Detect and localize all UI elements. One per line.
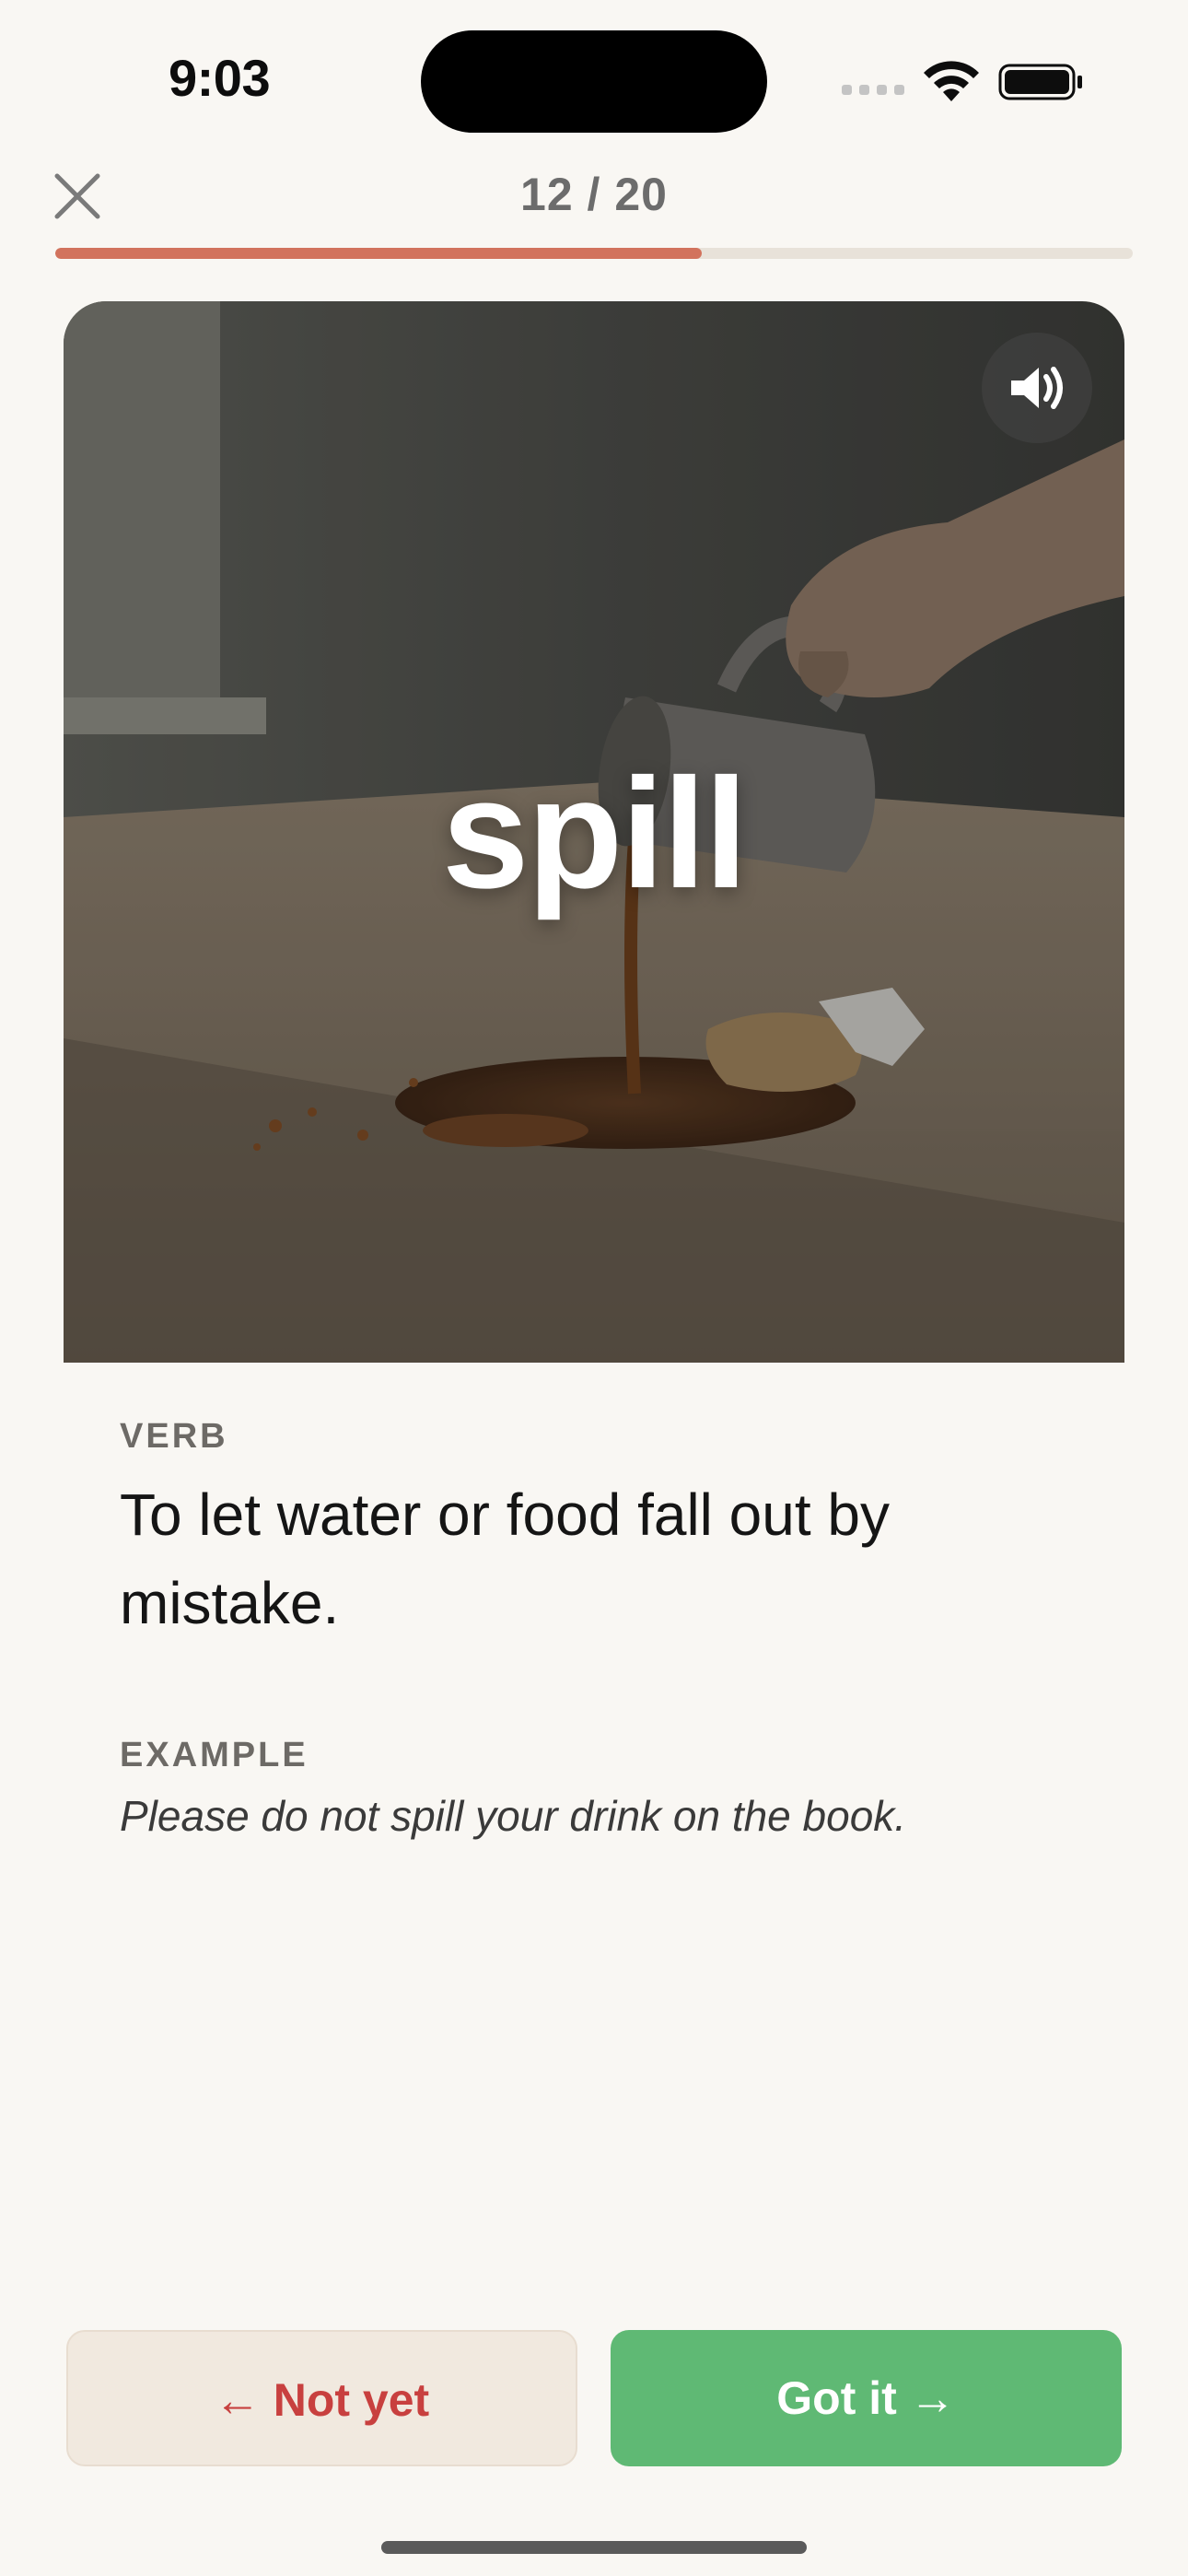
flashcard-image: spill [64,301,1124,1363]
part-of-speech: VERB [120,1417,228,1456]
example-sentence: Please do not spill your drink on the bo… [120,1792,907,1840]
progress-bar [55,248,1133,259]
close-icon[interactable] [52,170,103,222]
speaker-icon [1011,367,1063,409]
home-indicator[interactable] [381,2541,807,2554]
play-audio-button[interactable] [982,333,1092,443]
cellular-signal-icon [842,85,906,98]
definition-text: To let water or food fall out by mistake… [120,1481,890,1636]
battery-icon [998,64,1082,100]
progress-counter: 12 / 20 [520,169,668,220]
wifi-icon [924,61,979,101]
progress-bar-fill [55,248,702,259]
got-it-button[interactable]: Got it → [611,2330,1122,2466]
dynamic-island [421,30,767,133]
flashcard-word: spill [441,746,748,921]
not-yet-button[interactable]: ← Not yet [66,2330,577,2466]
status-time: 9:03 [169,49,271,107]
example-label: EXAMPLE [120,1736,309,1774]
